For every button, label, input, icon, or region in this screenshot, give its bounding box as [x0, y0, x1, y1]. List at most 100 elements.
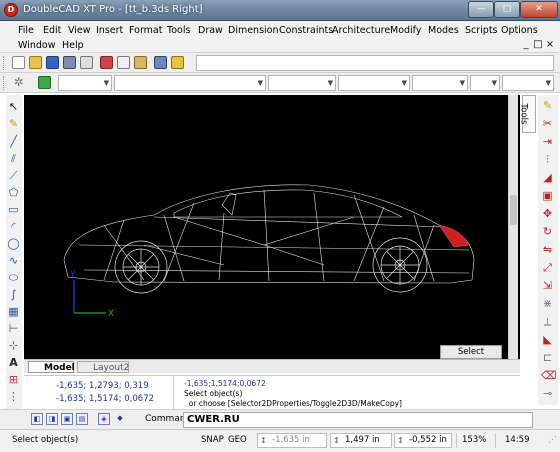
resize-grip-icon[interactable]: ⋰ [548, 435, 557, 445]
join-icon[interactable]: ⊏ [541, 351, 554, 364]
rectangle-icon[interactable]: ▭ [7, 203, 20, 216]
menu-help[interactable]: Help [62, 39, 84, 53]
tab-layout2[interactable]: Layout2 [77, 361, 129, 373]
close-button[interactable]: ✕ [520, 1, 558, 18]
arc-icon[interactable]: ◜ [7, 220, 20, 233]
pattern-combo[interactable]: ▼ [412, 75, 468, 91]
fillet-icon[interactable]: ◢ [541, 171, 554, 184]
toolbar-grip-2[interactable] [3, 76, 6, 90]
x-coordinate-field[interactable]: ↕ -1,635 in [257, 433, 327, 448]
menu-modify[interactable]: Modify [390, 24, 421, 38]
brush-icon[interactable]: ✎ [541, 99, 554, 112]
pencil-icon[interactable]: ✎ [7, 117, 20, 130]
new-file-icon[interactable] [12, 56, 25, 69]
line-style-combo[interactable]: ▼ [268, 75, 336, 91]
gear-icon[interactable]: ✲ [12, 76, 25, 89]
scale-icon[interactable]: ⤢ [541, 261, 554, 274]
menu-format[interactable]: Format [129, 24, 162, 38]
measure-icon[interactable]: ⊸ [541, 387, 554, 400]
properties-icon[interactable] [171, 56, 184, 69]
menu-options[interactable]: Options [501, 24, 538, 38]
select-arrow-icon[interactable]: ↖ [7, 100, 20, 113]
scale-combo[interactable]: ▼ [470, 75, 500, 91]
copy-icon[interactable] [117, 56, 130, 69]
print-preview-icon[interactable] [80, 56, 93, 69]
toolbar-grip[interactable] [3, 56, 6, 70]
menu-draw[interactable]: Draw [198, 24, 223, 38]
offset-icon[interactable]: ⫶ [541, 153, 554, 166]
line-width-combo[interactable]: ▼ [338, 75, 410, 91]
save-icon[interactable] [46, 56, 59, 69]
minimize-button[interactable]: — [468, 1, 494, 18]
tools-side-tab[interactable]: Tools [518, 95, 536, 133]
trim-icon[interactable]: ✂ [541, 117, 554, 130]
chamfer-icon[interactable]: ◣ [541, 333, 554, 346]
message-line: Select object(s) [184, 389, 243, 398]
toolbar-combo-wide[interactable] [196, 55, 554, 71]
snap-toggle[interactable]: SNAP [201, 435, 224, 445]
viewport-scrollbar[interactable] [508, 95, 518, 359]
hatch-icon[interactable]: ▦ [7, 305, 20, 318]
undo-icon[interactable] [154, 56, 167, 69]
command-input[interactable]: CWER.RU [183, 412, 533, 428]
menu-tools[interactable]: Tools [167, 24, 190, 38]
paste-icon[interactable] [134, 56, 147, 69]
stretch-icon[interactable]: ⇲ [541, 279, 554, 292]
erase-icon[interactable]: ⌫ [541, 369, 557, 382]
spline-icon[interactable]: ∫ [7, 288, 20, 301]
menu-insert[interactable]: Insert [96, 24, 123, 38]
menu-constraints[interactable]: Constraints [279, 24, 333, 38]
mdi-close-button[interactable]: × [544, 39, 556, 51]
double-line-icon[interactable]: ⫽ [7, 152, 20, 165]
maximize-button[interactable]: □ [494, 1, 520, 18]
circle-icon[interactable]: ◯ [7, 237, 20, 250]
print-style-combo[interactable]: ▼ [502, 75, 554, 91]
menu-dimension[interactable]: Dimension [228, 24, 279, 38]
menu-edit[interactable]: Edit [43, 24, 61, 38]
menu-scripts[interactable]: Scripts [465, 24, 498, 38]
text-icon[interactable]: A [7, 356, 20, 369]
more-tools-icon[interactable]: ⋮ [7, 390, 20, 403]
rotate-icon[interactable]: ↻ [541, 225, 554, 238]
cmd-option-icon[interactable]: ◨ [46, 413, 58, 425]
line-icon[interactable]: ╱ [7, 135, 20, 148]
extend-icon[interactable]: ⇥ [541, 135, 554, 148]
drawing-viewport[interactable]: Y X [24, 95, 520, 359]
print-icon[interactable] [63, 56, 76, 69]
mdi-minimize-button[interactable]: _ [520, 39, 532, 51]
scrollbar-thumb[interactable] [510, 195, 517, 225]
layers-icon[interactable] [38, 76, 51, 89]
curve-icon[interactable]: ∿ [7, 254, 20, 267]
cut-icon[interactable] [100, 56, 113, 69]
cmd-option-icon[interactable]: ▤ [76, 413, 88, 425]
array-icon[interactable]: ▣ [541, 189, 554, 202]
explode-icon[interactable]: ⋇ [541, 297, 554, 310]
cmd-option-icon[interactable]: ◈ [98, 413, 110, 425]
open-folder-icon[interactable] [29, 56, 42, 69]
cmd-option-icon[interactable]: ◆ [114, 413, 126, 425]
polygon-icon[interactable]: ⬠ [7, 186, 20, 199]
app-icon[interactable]: D [4, 3, 18, 17]
symbol-icon[interactable]: ⊞ [7, 373, 20, 386]
menu-window[interactable]: Window [18, 39, 55, 53]
break-icon[interactable]: ⟂ [541, 315, 554, 328]
tab-model[interactable]: Model [28, 361, 75, 373]
y-coordinate-field[interactable]: ↕ 1,497 in [330, 433, 392, 448]
mirror-icon[interactable]: ⇋ [541, 243, 554, 256]
mdi-restore-button[interactable]: □ [532, 39, 544, 51]
dimension-icon[interactable]: ⊢ [7, 322, 20, 335]
menu-architecture[interactable]: Architecture [332, 24, 390, 38]
z-coordinate-field[interactable]: ↕ -0,552 in [394, 433, 452, 448]
cmd-option-icon[interactable]: ◧ [31, 413, 43, 425]
color-combo[interactable]: ▼ [58, 75, 112, 91]
move-icon[interactable]: ✥ [541, 207, 554, 220]
menu-file[interactable]: File [18, 24, 34, 38]
ellipse-icon[interactable]: ⬭ [7, 271, 20, 284]
menu-view[interactable]: View [68, 24, 91, 38]
geo-toggle[interactable]: GEO [228, 435, 247, 445]
menu-modes[interactable]: Modes [428, 24, 459, 38]
layer-combo[interactable]: ▼ [114, 75, 266, 91]
point-icon[interactable]: ⊹ [7, 339, 20, 352]
cmd-option-icon[interactable]: ▣ [61, 413, 73, 425]
polyline-icon[interactable]: ⟋ [7, 169, 20, 182]
